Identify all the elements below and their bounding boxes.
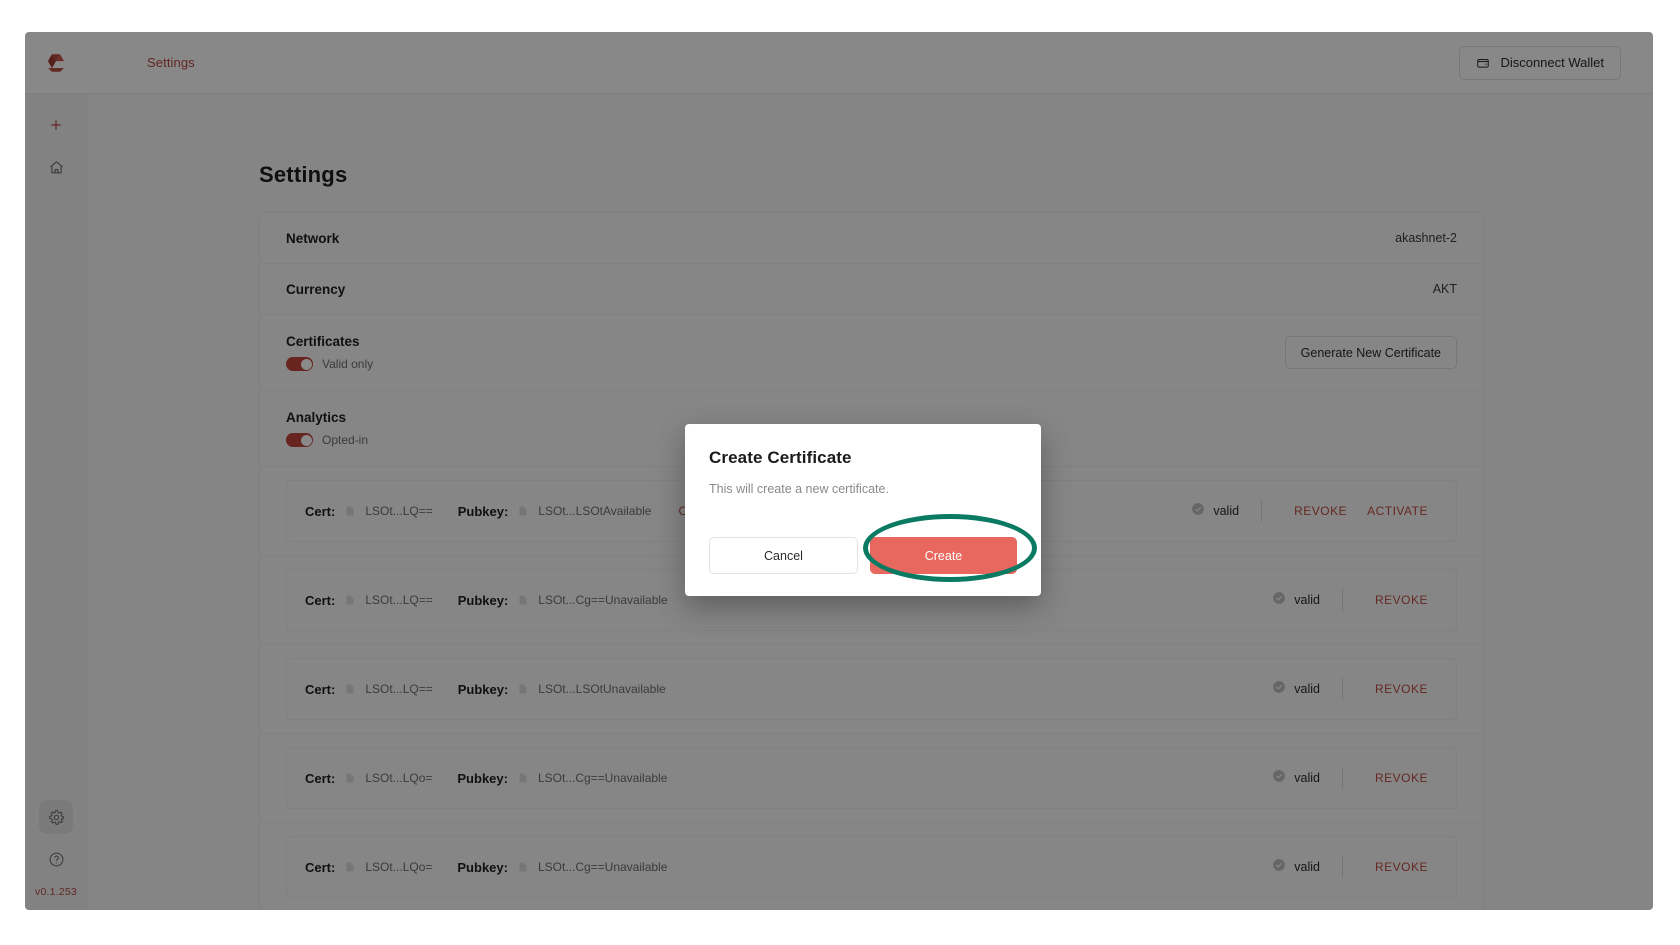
create-certificate-dialog: Create Certificate This will create a ne… — [685, 424, 1041, 596]
dialog-actions: Cancel Create — [709, 537, 1017, 574]
dialog-description: This will create a new certificate. — [709, 482, 889, 496]
create-button[interactable]: Create — [870, 537, 1017, 574]
dialog-title: Create Certificate — [709, 448, 852, 467]
app-window: Settings Disconnect Wallet v0.1.253 Sett… — [25, 32, 1653, 910]
cancel-button[interactable]: Cancel — [709, 537, 858, 574]
